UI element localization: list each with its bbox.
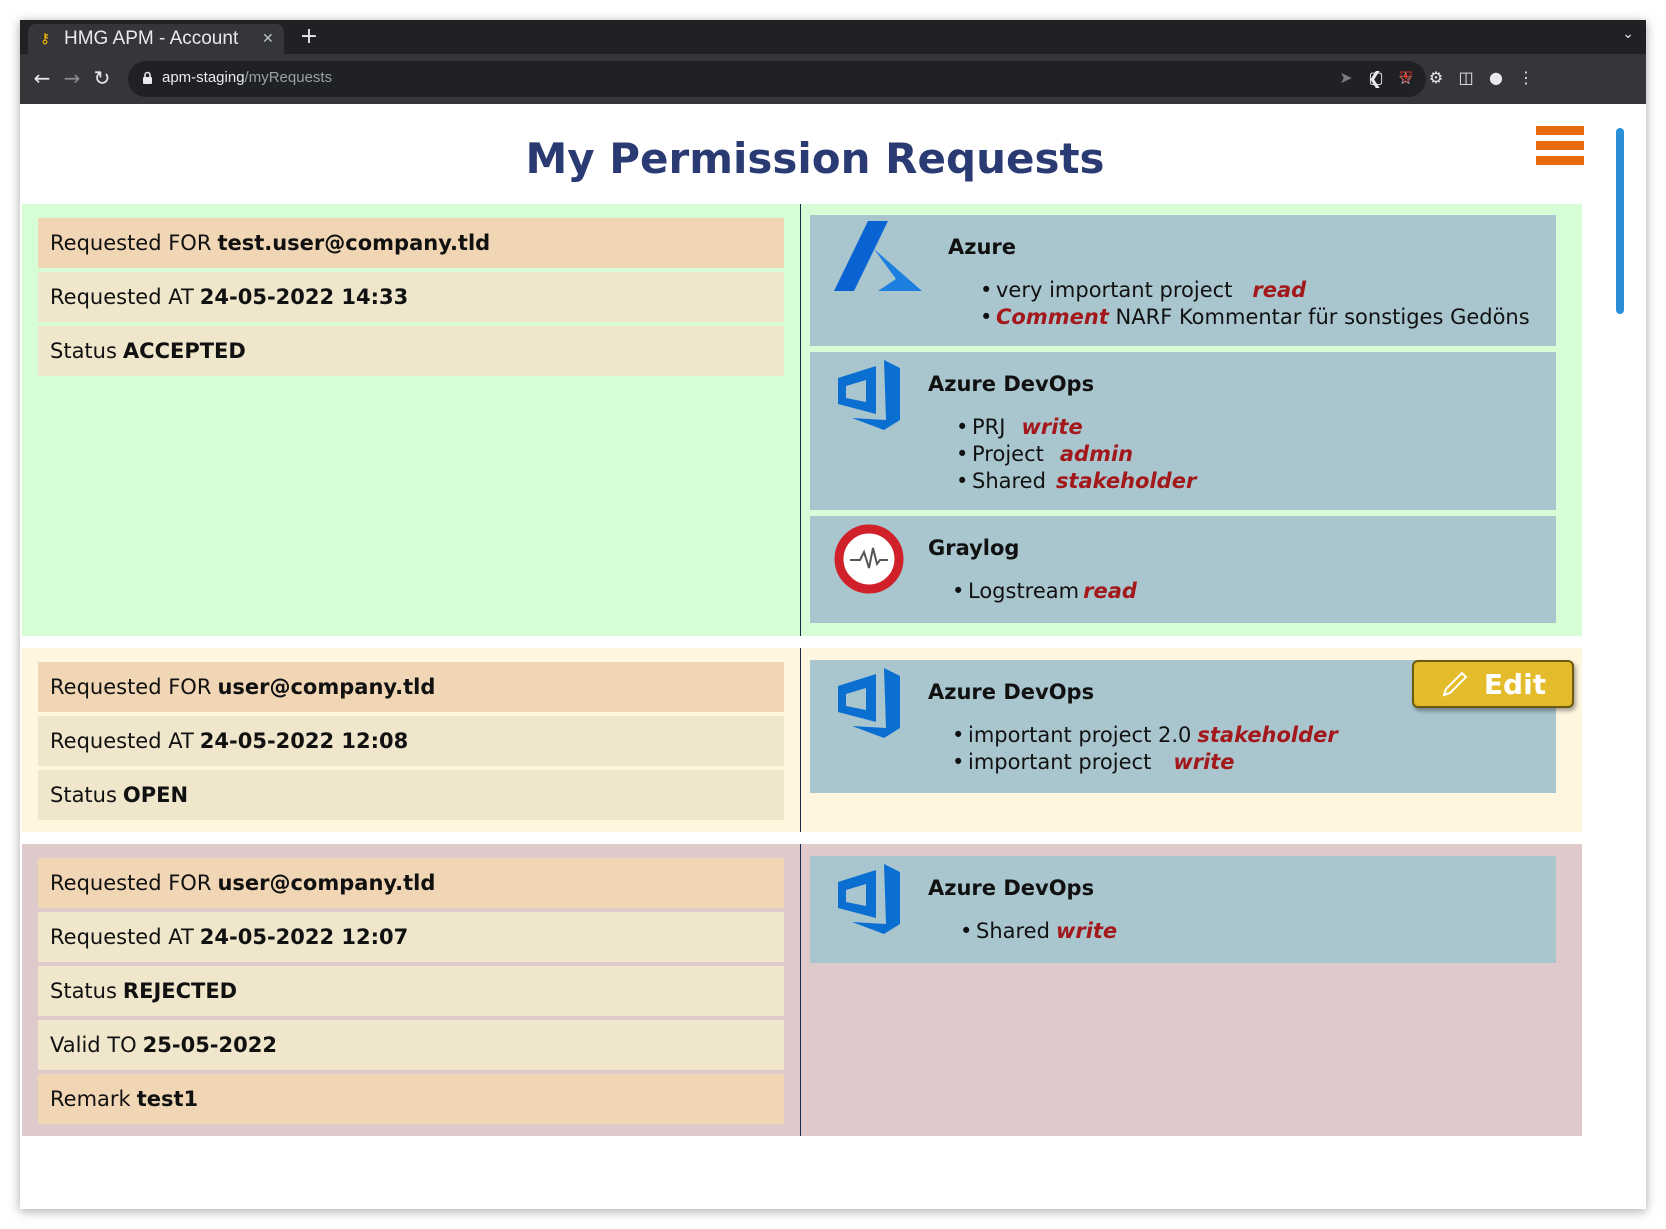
valid-to-field: Valid TO 25-05-2022: [38, 1020, 784, 1070]
back-icon[interactable]: ←: [30, 66, 54, 90]
permission-list: PRJwrite Projectadmin Sharedstakeholder: [956, 414, 1196, 495]
requested-at-field: Requested AT 24-05-2022 14:33: [38, 272, 784, 322]
request-card: Requested FOR user@company.tld Requested …: [22, 648, 1582, 832]
service-name: Azure: [948, 235, 1017, 259]
permission-item: important projectwrite: [952, 749, 1338, 776]
column-divider: [800, 844, 801, 1136]
permission-item: Comment NARF Kommentar für sonstiges Ged…: [980, 304, 1530, 331]
address-bar[interactable]: apm-staging/myRequests ❮ ☆: [128, 61, 1426, 97]
pencil-icon: [1442, 671, 1468, 697]
permission-list: very important projectread Comment NARF …: [980, 277, 1530, 331]
permission-item: PRJwrite: [956, 414, 1196, 441]
service-name: Graylog: [928, 536, 1020, 560]
service-card-graylog: Graylog Logstreamread: [810, 516, 1556, 623]
profile-avatar-icon[interactable]: ●: [1486, 68, 1506, 88]
requested-at-field: Requested AT 24-05-2022 12:07: [38, 912, 784, 962]
service-name: Azure DevOps: [928, 680, 1095, 704]
service-card-azure-devops: Azure DevOps PRJwrite Projectadmin Share…: [810, 352, 1556, 510]
permission-list: Sharedwrite: [960, 918, 1117, 945]
permission-item: Logstreamread: [952, 578, 1137, 605]
column-divider: [800, 648, 801, 832]
column-divider: [800, 204, 801, 636]
extension-page-icon[interactable]: ▢: [1366, 68, 1386, 88]
service-name: Azure DevOps: [928, 372, 1095, 396]
requested-for-field: Requested FOR user@company.tld: [38, 662, 784, 712]
forward-icon[interactable]: →: [60, 66, 84, 90]
permission-list: important project 2.0stakeholder importa…: [952, 722, 1338, 776]
side-panel-icon[interactable]: ◫: [1456, 68, 1476, 88]
reload-icon[interactable]: ↻: [90, 66, 114, 90]
tab-search-icon[interactable]: ⌄: [1622, 26, 1634, 42]
request-card: Requested FOR test.user@company.tld Reque…: [22, 204, 1582, 636]
key-icon: ⚷: [40, 31, 51, 47]
service-card-azure: Azure very important projectread Comment…: [810, 215, 1556, 346]
browser-tab[interactable]: ⚷ HMG APM - Account ✕: [28, 24, 284, 54]
menu-kebab-icon[interactable]: ⋮: [1516, 68, 1536, 88]
status-field: Status OPEN: [38, 770, 784, 820]
puzzle-icon[interactable]: ⚙: [1426, 68, 1446, 88]
permission-item: Sharedstakeholder: [956, 468, 1196, 495]
status-field: Status REJECTED: [38, 966, 784, 1016]
page-title: My Permission Requests: [525, 134, 1105, 183]
close-tab-icon[interactable]: ✕: [262, 31, 274, 47]
browser-window: ⚷ HMG APM - Account ✕ + ⌄ ← → ↻ apm-stag…: [20, 20, 1646, 1209]
azure-icon: [834, 221, 922, 291]
status-field: Status ACCEPTED: [38, 326, 784, 376]
requested-at-field: Requested AT 24-05-2022 12:08: [38, 716, 784, 766]
extension-icon[interactable]: ➤: [1336, 68, 1356, 88]
permission-list: Logstreamread: [952, 578, 1137, 605]
request-card: Requested FOR user@company.tld Requested …: [22, 844, 1582, 1136]
remark-field: Remark test1: [38, 1074, 784, 1124]
ublock-icon[interactable]: ⛨: [1396, 68, 1416, 88]
edit-label: Edit: [1483, 667, 1547, 701]
page-content: My Permission Requests Requested FOR test…: [20, 104, 1646, 1209]
azure-devops-icon: [838, 668, 900, 738]
hamburger-menu-icon[interactable]: [1536, 126, 1584, 168]
requested-for-field: Requested FOR test.user@company.tld: [38, 218, 784, 268]
tab-title: HMG APM - Account: [64, 28, 239, 49]
lock-icon: [143, 71, 152, 84]
azure-devops-icon: [838, 360, 900, 430]
permission-item: Projectadmin: [956, 441, 1196, 468]
azure-devops-icon: [838, 864, 900, 934]
browser-toolbar: ← → ↻ apm-staging/myRequests ❮ ☆ ➤ ▢ ⛨ ⚙…: [20, 54, 1646, 104]
service-name: Azure DevOps: [928, 876, 1095, 900]
url-text: apm-staging/myRequests: [162, 69, 333, 86]
requested-for-field: Requested FOR user@company.tld: [38, 858, 784, 908]
tab-strip: ⚷ HMG APM - Account ✕ + ⌄: [20, 20, 1646, 54]
scrollbar[interactable]: [1616, 128, 1624, 314]
edit-button[interactable]: Edit: [1412, 660, 1574, 708]
permission-item: important project 2.0stakeholder: [952, 722, 1338, 749]
graylog-icon: [834, 524, 904, 594]
new-tab-button[interactable]: +: [296, 24, 322, 50]
permission-item: Sharedwrite: [960, 918, 1117, 945]
service-card-azure-devops: Azure DevOps Sharedwrite: [810, 856, 1556, 963]
permission-item: very important projectread: [980, 277, 1530, 304]
